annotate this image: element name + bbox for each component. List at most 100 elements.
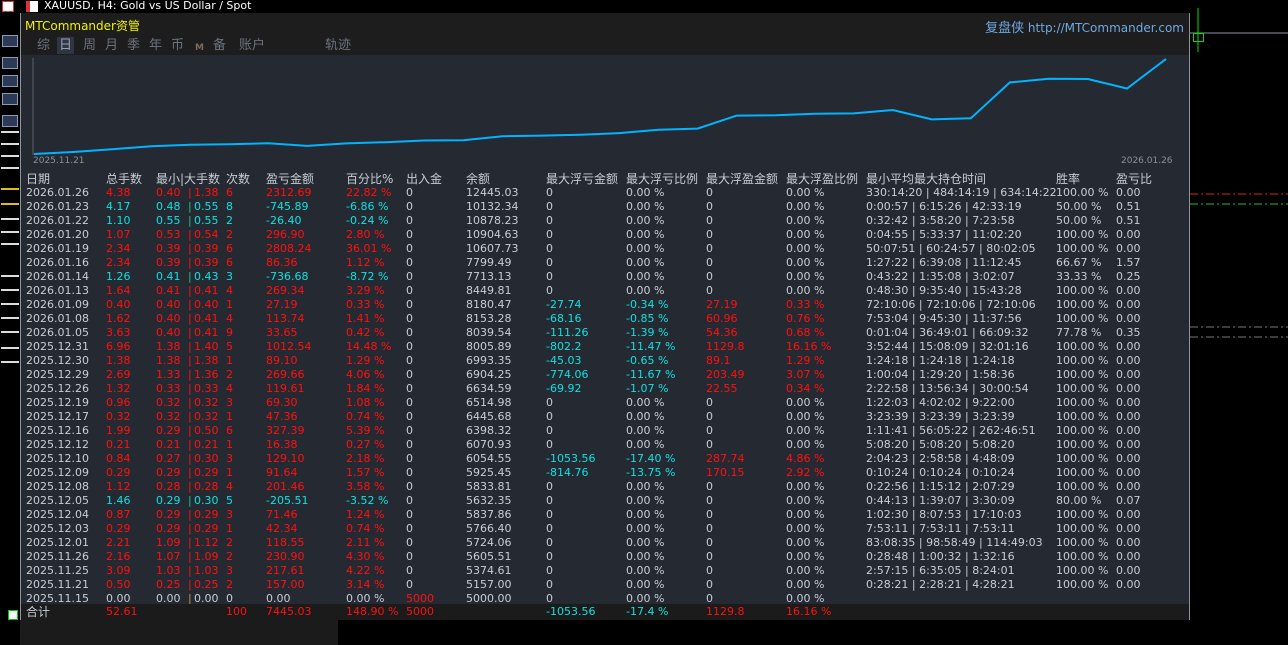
table-row[interactable]: 2025.12.29 2.69 1.33 | 1.36 2 269.66 4.06 % 0 690… (21, 368, 1189, 382)
table-row[interactable]: 2025.11.25 3.09 1.03 | 1.03 3 217.61 4.22 % 0 537… (21, 564, 1189, 578)
column-header[interactable]: 胜率 (1056, 171, 1080, 187)
table-row[interactable]: 2025.12.08 1.12 0.28 | 0.28 4 201.46 3.58 % 0 583… (21, 480, 1189, 494)
table-row[interactable]: 2026.01.22 1.10 0.55 | 0.55 2 -26.40 -0.24 % 0 10… (21, 214, 1189, 228)
table-row[interactable]: 2025.11.26 2.16 1.07 | 1.09 2 230.90 4.30 % 0 560… (21, 550, 1189, 564)
win-rate-cell: 100.00 % (1056, 522, 1109, 535)
pnl-percent-cell: 1.57 % (346, 466, 385, 479)
table-row[interactable]: 2025.12.12 0.21 0.21 | 0.21 1 16.38 0.27 % 0 6070… (21, 438, 1189, 452)
hold-time-cell: 1:11:41 | 56:05:22 | 262:46:51 (866, 424, 1036, 437)
total-lots-cell: 1.12 (106, 480, 131, 493)
column-header[interactable]: 最小|大手数 (156, 171, 220, 187)
column-header[interactable]: 最小平均最大持仓时间 (866, 171, 986, 187)
app-menu-icon[interactable] (2, 1, 14, 12)
date-cell: 2025.12.30 (26, 354, 89, 367)
pnl-cell: 86.36 (266, 256, 298, 269)
table-row[interactable]: 2026.01.13 1.64 0.41 | 0.41 4 269.34 3.29 % 0 844… (21, 284, 1189, 298)
column-header[interactable]: 余额 (466, 171, 490, 187)
column-header[interactable]: 最大浮亏金额 (546, 171, 618, 187)
table-row[interactable]: 2026.01.14 1.26 0.41 | 0.43 3 -736.68 -8.72 % 0 7… (21, 270, 1189, 284)
table-row[interactable]: 2026.01.08 1.62 0.40 | 0.41 4 113.74 1.41 % 0 815… (21, 312, 1189, 326)
pl-ratio-cell: 0.00 (1116, 340, 1141, 353)
pnl-cell: 129.10 (266, 452, 305, 465)
max-float-profit-pct-cell: 0.76 % (786, 312, 825, 325)
pl-ratio-cell: 0.00 (1116, 578, 1141, 591)
table-row[interactable]: 2026.01.26 4.38 0.40 | 1.38 6 2312.69 22.82 % 0 1… (21, 186, 1189, 200)
table-row[interactable]: 2025.12.01 2.21 1.09 | 1.12 2 118.55 2.11 % 0 572… (21, 536, 1189, 550)
max-float-loss-cell: 0 (546, 536, 553, 549)
table-row[interactable]: 2025.12.26 1.32 0.33 | 0.33 4 119.61 1.84 % 0 663… (21, 382, 1189, 396)
tab-1[interactable]: 日 (57, 37, 75, 54)
tab-0[interactable]: 综 (35, 37, 52, 54)
table-row[interactable]: 2025.12.03 0.29 0.29 | 0.29 1 42.34 0.74 % 0 5766… (21, 522, 1189, 536)
tab-9[interactable]: 账户 (237, 37, 267, 54)
total-max-float-profit: 1129.8 (706, 605, 745, 618)
chart-start-label: 2025.11.21 (33, 156, 85, 166)
column-header[interactable]: 出入金 (406, 171, 442, 187)
column-header[interactable]: 盈亏比 (1116, 171, 1152, 187)
max-float-profit-pct-cell: 4.86 % (786, 452, 825, 465)
help-button[interactable] (2, 75, 18, 87)
date-cell: 2025.12.29 (26, 368, 89, 381)
table-row[interactable]: 2025.12.16 1.99 0.29 | 0.50 6 327.39 5.39 % 0 639… (21, 424, 1189, 438)
table-row[interactable]: 2025.12.10 0.84 0.27 | 0.30 3 129.10 2.18 % 0 605… (21, 452, 1189, 466)
table-row[interactable]: 2025.12.17 0.32 0.32 | 0.32 1 47.36 0.74 % 0 6445… (21, 410, 1189, 424)
table-row[interactable]: 2026.01.19 2.34 0.39 | 0.39 6 2808.24 36.01 % 0 1… (21, 242, 1189, 256)
tab-4[interactable]: 季 (125, 37, 142, 54)
tab-3[interactable]: 月 (103, 37, 120, 54)
table-row[interactable]: 2025.12.09 0.29 0.29 | 0.29 1 91.64 1.57 % 0 5925… (21, 466, 1189, 480)
table-row[interactable]: 2026.01.20 1.07 0.53 | 0.54 2 296.90 2.80 % 0 109… (21, 228, 1189, 242)
deposit-cell: 0 (406, 284, 413, 297)
balance-cell: 5157.00 (466, 578, 512, 591)
max-float-loss-pct-cell: -11.47 % (626, 340, 676, 353)
table-row[interactable]: 2026.01.23 4.17 0.48 | 0.55 8 -745.89 -6.86 % 0 1… (21, 200, 1189, 214)
max-float-profit-pct-cell: 0.00 % (786, 536, 825, 549)
minimize-button[interactable] (2, 35, 18, 47)
win-rate-cell: 100.00 % (1056, 284, 1109, 297)
column-header[interactable]: 次数 (226, 171, 250, 187)
toggle-button[interactable] (8, 610, 18, 620)
date-cell: 2026.01.20 (26, 228, 89, 241)
column-header[interactable]: 百分比% (346, 171, 393, 187)
pnl-cell: -205.51 (266, 494, 309, 507)
max-float-profit-cell: 0 (706, 242, 713, 255)
max-lots-cell: 0.29 (194, 522, 219, 535)
restore-button[interactable] (2, 115, 18, 127)
table-row[interactable]: 2026.01.09 0.40 0.40 | 0.40 1 27.19 0.33 % 0 8180… (21, 298, 1189, 312)
max-lots-cell: 1.38 (194, 186, 219, 199)
site-url[interactable]: http://MTCommander.com (1028, 21, 1184, 35)
tab-6[interactable]: 币 (169, 37, 186, 54)
column-header[interactable]: 盈亏金额 (266, 171, 314, 187)
site-link[interactable]: 复盘侠 http://MTCommander.com (985, 17, 1184, 36)
max-lots-cell: 0.30 (194, 452, 219, 465)
column-header[interactable]: 最大浮亏比例 (626, 171, 698, 187)
hold-time-cell: 0:22:56 | 1:15:12 | 2:07:29 (866, 480, 1015, 493)
table-row[interactable]: 2025.12.05 1.46 0.29 | 0.30 5 -205.51 -3.52 % 0 5… (21, 494, 1189, 508)
max-float-loss-pct-cell: -1.07 % (626, 382, 669, 395)
table-row[interactable]: 2026.01.16 2.34 0.39 | 0.39 6 86.36 1.12 % 0 7799… (21, 256, 1189, 270)
date-cell: 2025.12.10 (26, 452, 89, 465)
table-row[interactable]: 2025.11.21 0.50 0.25 | 0.25 2 157.00 3.14 % 0 515… (21, 578, 1189, 592)
total-lots-cell: 0.32 (106, 410, 131, 423)
table-row[interactable]: 2025.12.31 6.96 1.38 | 1.40 5 1012.54 14.48 % 0 8… (21, 340, 1189, 354)
lots-separator: | (188, 396, 192, 409)
min-lots-cell: 0.32 (156, 410, 181, 423)
lots-separator: | (188, 424, 192, 437)
trade-count-cell: 9 (226, 326, 233, 339)
table-row[interactable]: 2026.01.05 3.63 0.40 | 0.41 9 33.65 0.42 % 0 8039… (21, 326, 1189, 340)
table-row[interactable]: 2025.12.19 0.96 0.32 | 0.32 3 69.30 1.08 % 0 6514… (21, 396, 1189, 410)
table-row[interactable]: 2025.12.04 0.87 0.29 | 0.29 3 71.46 1.24 % 0 5837… (21, 508, 1189, 522)
column-header[interactable]: 日期 (26, 171, 50, 187)
tab-5[interactable]: 年 (147, 37, 164, 54)
tab-2[interactable]: 周 (81, 37, 98, 54)
table-row[interactable]: 2025.12.30 1.38 1.38 | 1.38 1 89.10 1.29 % 0 6993… (21, 354, 1189, 368)
disable-button[interactable] (2, 93, 18, 105)
tab-10[interactable]: 轨迹 (323, 37, 353, 54)
column-header[interactable]: 总手数 (106, 171, 142, 187)
total-max-float-loss-pct: -17.4 % (626, 605, 669, 618)
tab-8[interactable]: 备 (211, 37, 228, 54)
column-header[interactable]: 最大浮盈金额 (706, 171, 778, 187)
clear-button[interactable] (2, 57, 18, 69)
column-header[interactable]: 最大浮盈比例 (786, 171, 858, 187)
max-lots-cell: 0.30 (194, 494, 219, 507)
pl-ratio-cell: 0.00 (1116, 452, 1141, 465)
